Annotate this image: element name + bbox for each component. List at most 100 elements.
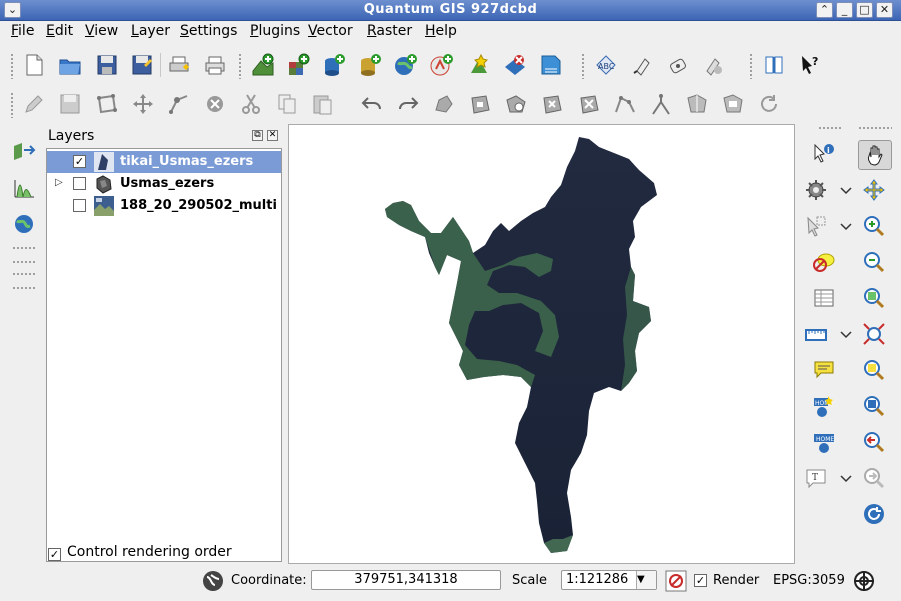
add-vector-layer-icon[interactable] [251,53,275,77]
move-label-icon[interactable] [631,53,655,77]
merge-attributes-icon[interactable] [721,92,745,116]
coordinate-field[interactable]: 379751,341318 [311,570,501,590]
refresh-icon[interactable] [862,502,886,526]
delete-part-icon[interactable] [577,92,601,116]
add-wfs-layer-icon[interactable] [430,53,454,77]
menu-settings[interactable]: Settings [179,23,238,39]
histogram-icon[interactable] [12,176,36,200]
attribute-table-icon[interactable] [812,286,836,310]
menu-help[interactable]: Help [424,23,458,39]
add-spatialite-layer-icon[interactable] [358,53,382,77]
pan-map-button[interactable] [858,140,892,170]
scale-combobox[interactable]: 1:121286 ▼ [561,570,657,590]
menu-plugins[interactable]: Plugins [249,23,301,39]
deselect-features-icon[interactable] [812,250,836,274]
delete-selected-icon[interactable] [203,92,227,116]
simplify-feature-icon[interactable] [432,92,456,116]
zoom-to-selection-icon[interactable] [862,286,886,310]
zoom-next-icon[interactable] [862,466,886,490]
print-icon[interactable] [203,53,227,77]
save-project-icon[interactable] [95,53,119,77]
layer-row[interactable]: ▷ Usmas_ezers [47,173,281,195]
toolbar-grip[interactable] [749,53,753,79]
rotate-label-icon[interactable] [666,53,690,77]
dock-grip[interactable] [12,286,36,290]
add-feature-icon[interactable] [95,92,119,116]
layer-visibility-checkbox[interactable] [73,177,86,190]
expand-arrow-icon[interactable]: ▷ [55,177,63,188]
chevron-down-icon[interactable]: ▼ [636,571,656,589]
zoom-last-icon[interactable] [862,430,886,454]
toggle-editing-icon[interactable] [22,92,46,116]
action-gear-icon[interactable] [804,178,828,202]
menu-view[interactable]: View [84,23,119,39]
minimize-icon-button[interactable]: _ [836,2,853,18]
layer-row[interactable]: 188_20_290502_multi [47,195,281,217]
identify-icon[interactable]: i [812,142,836,166]
map-tips-icon[interactable] [812,358,836,382]
toolbar-grip[interactable] [818,126,842,130]
toolbar-grip[interactable] [238,53,242,79]
zoom-in-icon[interactable] [862,214,886,238]
cut-features-icon[interactable] [239,92,263,116]
coordinate-capture-icon[interactable] [201,569,223,591]
remove-layer-icon[interactable] [503,53,527,77]
close-button[interactable]: ✕ [876,2,893,18]
layer-visibility-checkbox[interactable]: ✓ [73,155,86,168]
add-wms-layer-icon[interactable] [394,53,418,77]
paste-features-icon[interactable] [310,92,334,116]
zoom-full-icon[interactable] [862,322,886,346]
help-contents-icon[interactable] [762,53,786,77]
new-print-composer-icon[interactable] [167,53,191,77]
new-bookmark-icon[interactable]: HOME [812,394,836,418]
georeferencer-icon[interactable] [12,140,36,164]
chevron-down-icon[interactable] [834,466,852,490]
new-shapefile-layer-icon[interactable] [467,53,491,77]
select-features-icon[interactable] [804,214,828,238]
map-canvas[interactable] [288,124,795,564]
save-edits-icon[interactable] [58,92,82,116]
crs-label[interactable]: EPSG:3059 [773,573,845,588]
stop-rendering-icon[interactable] [664,569,687,592]
text-annotation-icon[interactable]: T [804,466,828,490]
open-project-icon[interactable] [58,53,82,77]
menu-layer[interactable]: Layer [130,23,171,39]
toolbar-grip[interactable] [10,53,14,79]
dock-grip[interactable] [12,272,36,276]
toolbar-grip[interactable] [10,92,14,118]
split-features-icon[interactable] [649,92,673,116]
toolbar-grip[interactable] [581,53,585,79]
gps-globe-icon[interactable] [12,212,36,236]
show-bookmarks-icon[interactable]: HOME [812,430,836,454]
menu-raster[interactable]: Raster [366,23,413,39]
panel-float-button[interactable]: ⧉ [252,130,263,141]
menu-vector[interactable]: Vector [307,23,354,39]
reshape-features-icon[interactable] [613,92,637,116]
maximize-button[interactable]: □ [856,2,873,18]
panel-close-button[interactable]: ✕ [267,130,278,141]
undo-icon[interactable] [360,92,384,116]
control-rendering-order[interactable]: ✓ Control rendering order [48,544,232,561]
dock-grip[interactable] [12,246,36,250]
move-feature-icon[interactable] [131,92,155,116]
zoom-to-native-resolution-icon[interactable] [862,394,886,418]
add-raster-layer-icon[interactable] [287,53,311,77]
whats-this-icon[interactable]: ? [798,53,822,77]
pan-to-selected-icon[interactable] [862,178,886,202]
menu-file[interactable]: File [10,23,35,39]
render-checkbox[interactable]: ✓ [694,574,707,587]
new-project-icon[interactable] [22,53,46,77]
layer-row[interactable]: ✓ tikai_Usmas_ezers [47,151,281,173]
change-label-icon[interactable] [701,53,725,77]
control-rendering-order-checkbox[interactable]: ✓ [48,548,61,561]
add-postgis-layer-icon[interactable] [322,53,346,77]
chevron-down-icon[interactable] [834,178,852,202]
crs-status-icon[interactable] [852,569,874,591]
rotate-point-symbols-icon[interactable] [757,92,781,116]
save-as-icon[interactable] [130,53,154,77]
chevron-down-icon[interactable] [834,214,852,238]
zoom-to-layer-icon[interactable] [862,358,886,382]
delete-ring-icon[interactable] [540,92,564,116]
copy-features-icon[interactable] [275,92,299,116]
toolbar-grip[interactable] [858,126,892,130]
